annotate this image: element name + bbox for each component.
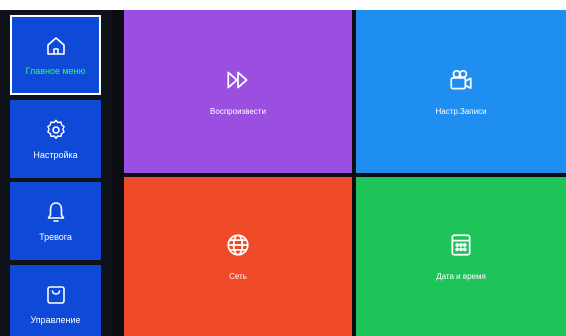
fast-forward-icon: [225, 67, 251, 95]
sidebar-item-label: Главное меню: [25, 66, 86, 76]
tile-label: Сеть: [229, 272, 247, 281]
sidebar-item-label: Тревога: [39, 232, 72, 242]
tile-date-time[interactable]: Дата и время: [356, 177, 566, 336]
sidebar-item-alarm[interactable]: Тревога: [10, 182, 101, 260]
sidebar-item-main-menu[interactable]: Главное меню: [10, 15, 101, 95]
video-camera-icon: [448, 67, 474, 95]
calendar-icon: [448, 232, 474, 260]
sidebar-item-label: Управление: [30, 315, 81, 325]
sidebar-item-management[interactable]: Управление: [10, 265, 101, 336]
tile-playback[interactable]: Воспроизвести: [124, 10, 352, 173]
tile-record-settings[interactable]: Настр.Записи: [356, 10, 566, 173]
tile-network[interactable]: Сеть: [124, 177, 352, 336]
bell-icon: [44, 200, 68, 226]
tile-label: Воспроизвести: [210, 107, 266, 116]
dvr-main-menu-screen: Главное меню Настройка Тревога Управлени…: [0, 10, 566, 336]
gear-icon: [44, 118, 68, 144]
divider: [112, 10, 124, 336]
home-icon: [44, 34, 68, 60]
tile-label: Дата и время: [436, 272, 486, 281]
globe-icon: [225, 232, 251, 260]
sidebar-item-settings[interactable]: Настройка: [10, 100, 101, 178]
tile-label: Настр.Записи: [435, 107, 487, 116]
shopping-bag-icon: [44, 283, 68, 309]
sidebar-item-label: Настройка: [33, 150, 78, 160]
sidebar: Главное меню Настройка Тревога Управлени…: [0, 10, 112, 336]
